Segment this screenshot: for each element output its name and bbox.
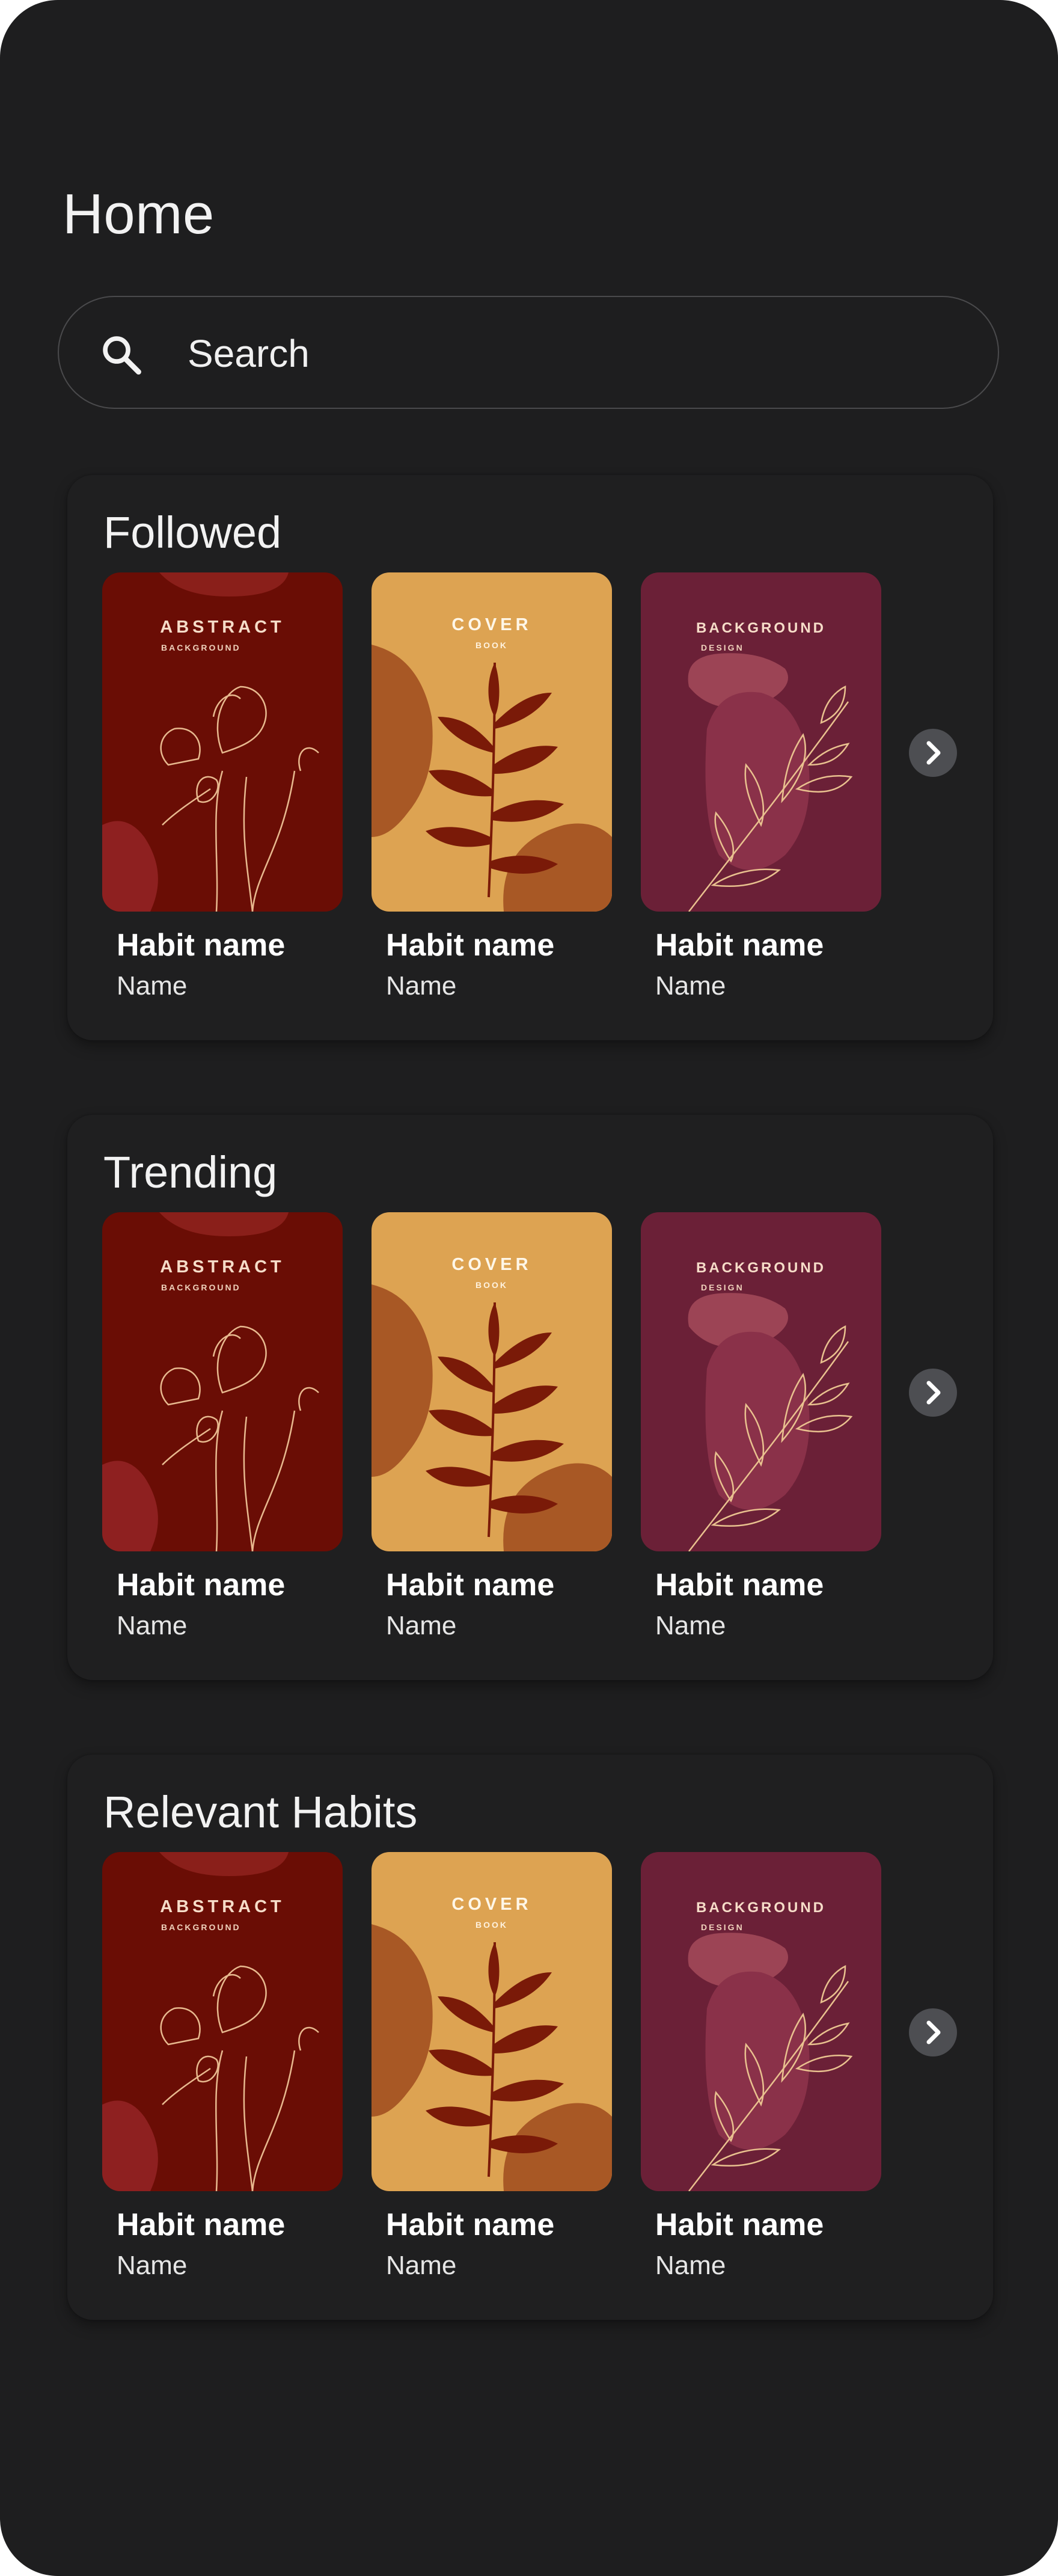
chevron-right-icon	[926, 1381, 941, 1405]
cover-subtitle: DESIGN	[701, 1922, 744, 1932]
cover-subtitle: BACKGROUND	[161, 643, 241, 652]
habit-name: Habit name	[386, 2207, 555, 2242]
cover-title: COVER	[451, 615, 531, 634]
habit-cover-image: BACKGROUND DESIGN	[641, 1852, 881, 2191]
habit-card[interactable]: BACKGROUND DESIGN Habit name Name	[641, 572, 881, 1001]
cover-subtitle: BACKGROUND	[161, 1922, 241, 1932]
cover-subtitle: BACKGROUND	[161, 1283, 241, 1292]
habit-card[interactable]: ABSTRACT BACKGROUND Habit name Name	[102, 1852, 343, 2280]
habit-card[interactable]: BACKGROUND DESIGN Habit name Name	[641, 1852, 881, 2280]
cover-subtitle: DESIGN	[701, 1283, 744, 1292]
habit-author: Name	[117, 1611, 188, 1640]
habit-author: Name	[117, 2251, 188, 2280]
search-bar[interactable]: Search	[58, 296, 999, 409]
habit-name: Habit name	[117, 928, 286, 963]
habit-cover-image: ABSTRACT BACKGROUND	[102, 1212, 343, 1551]
habit-cover-image: COVER BOOK	[372, 1852, 612, 2191]
cover-title: BACKGROUND	[696, 620, 826, 636]
habit-name: Habit name	[117, 2207, 286, 2242]
habit-cover-image: COVER BOOK	[372, 1212, 612, 1551]
app-screen: Home Search Followed ABSTRACT BACKGROUND	[0, 0, 1058, 2576]
habit-card[interactable]: COVER BOOK Habit name Name	[372, 1212, 612, 1640]
cover-title: ABSTRACT	[160, 1897, 285, 1916]
habit-name: Habit name	[655, 1568, 824, 1602]
habit-name: Habit name	[117, 1568, 286, 1602]
cover-subtitle: BOOK	[475, 1920, 508, 1930]
habit-card[interactable]: ABSTRACT BACKGROUND Habit name Name	[102, 1212, 343, 1640]
cover-subtitle: DESIGN	[701, 643, 744, 652]
chevron-right-icon	[926, 2020, 941, 2044]
habit-name: Habit name	[655, 928, 824, 963]
habit-author: Name	[655, 971, 726, 1001]
habit-cover-image: ABSTRACT BACKGROUND	[102, 572, 343, 912]
section-relevant-habits: Relevant Habits ABSTRACT BACKGROUND Habi…	[67, 1755, 993, 2320]
cover-title: ABSTRACT	[160, 1257, 285, 1277]
page-title: Home	[63, 182, 215, 245]
cover-title: COVER	[451, 1255, 531, 1274]
habit-cover-image: BACKGROUND DESIGN	[641, 572, 881, 912]
cover-subtitle: BOOK	[475, 1280, 508, 1290]
section-trending: Trending ABSTRACT BACKGROUND Habit name …	[67, 1115, 993, 1680]
cover-title: ABSTRACT	[160, 618, 285, 637]
chevron-right-icon	[926, 741, 941, 765]
cover-subtitle: BOOK	[475, 640, 508, 650]
search-icon	[103, 336, 141, 375]
cover-title: BACKGROUND	[696, 1900, 826, 1916]
habit-author: Name	[655, 2251, 726, 2280]
habit-name: Habit name	[386, 928, 555, 963]
habit-card[interactable]: ABSTRACT BACKGROUND Habit name Name	[102, 572, 343, 1001]
habit-card[interactable]: BACKGROUND DESIGN Habit name Name	[641, 1212, 881, 1640]
habit-name: Habit name	[386, 1568, 555, 1602]
section-followed: Followed ABSTRACT BACKGROUND Habit name …	[67, 475, 993, 1040]
section-title: Relevant Habits	[103, 1787, 418, 1837]
habit-card[interactable]: COVER BOOK Habit name Name	[372, 1852, 612, 2280]
habit-card[interactable]: COVER BOOK Habit name Name	[372, 572, 612, 1001]
search-input[interactable]: Search	[188, 297, 310, 410]
habit-cover-image: COVER BOOK	[372, 572, 612, 912]
next-button[interactable]	[909, 1369, 957, 1417]
habit-cover-image: ABSTRACT BACKGROUND	[102, 1852, 343, 2191]
section-title: Trending	[103, 1147, 278, 1197]
next-button[interactable]	[909, 2008, 957, 2056]
habit-author: Name	[386, 971, 457, 1001]
cover-title: BACKGROUND	[696, 1260, 826, 1276]
habit-name: Habit name	[655, 2207, 824, 2242]
habit-cover-image: BACKGROUND DESIGN	[641, 1212, 881, 1551]
habit-author: Name	[386, 2251, 457, 2280]
cover-title: COVER	[451, 1895, 531, 1914]
habit-author: Name	[386, 1611, 457, 1640]
habit-author: Name	[655, 1611, 726, 1640]
next-button[interactable]	[909, 729, 957, 777]
habit-author: Name	[117, 971, 188, 1001]
section-title: Followed	[103, 508, 282, 557]
